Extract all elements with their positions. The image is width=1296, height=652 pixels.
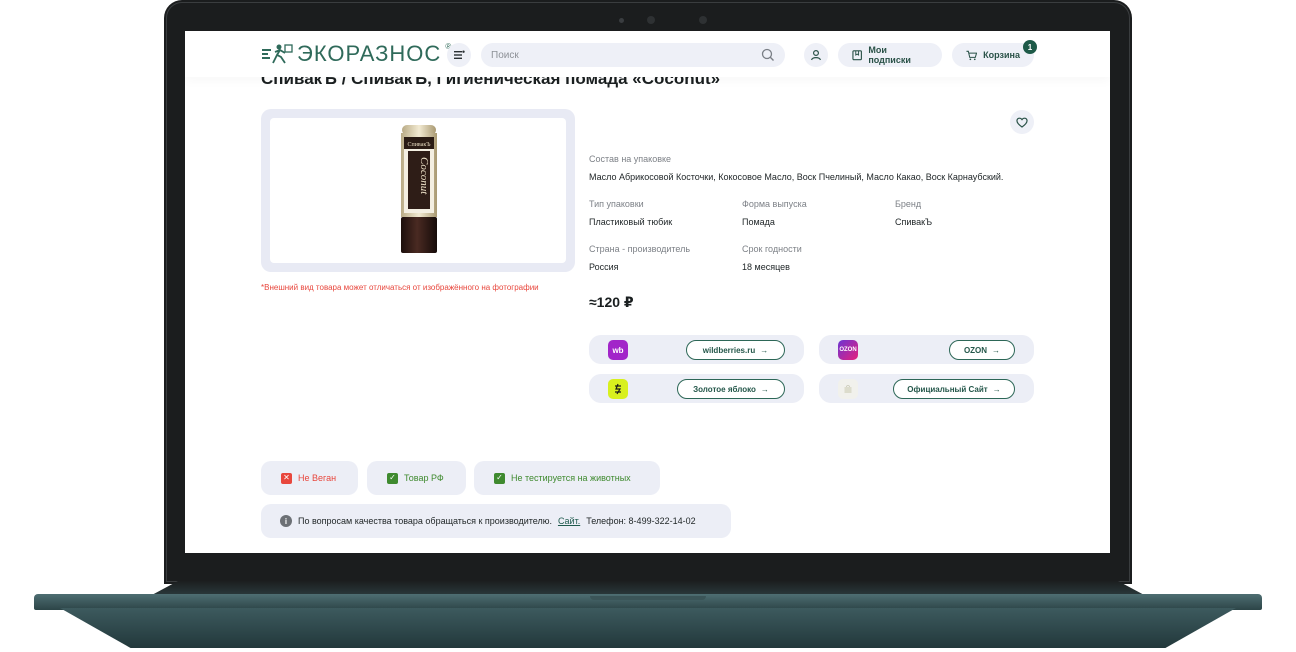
site-header: ЭКОРАЗНОС ® Поиск Мои подписки Корзина 1 — [185, 31, 1110, 77]
lipstick-image-icon: СпивакЪ Coconut — [401, 125, 437, 253]
filter-menu-button[interactable] — [447, 43, 471, 67]
subscriptions-icon — [852, 50, 862, 61]
package-type-label: Тип упаковки — [589, 199, 644, 209]
product-price: ≈120 ₽ — [589, 294, 634, 310]
tag-not-vegan: ✕ Не Веган — [261, 461, 358, 495]
shop-card-goldapple: Золотое яблоко → — [589, 374, 804, 403]
brand-value: СпивакЪ — [895, 217, 933, 227]
goldapple-logo-icon — [608, 379, 628, 399]
cart-label: Корзина — [983, 50, 1020, 60]
subscriptions-label: Мои подписки — [868, 45, 911, 65]
lipstick-brand-text: СпивакЪ — [408, 142, 432, 148]
shop-link-label: Золотое яблоко — [693, 384, 756, 394]
shelf-life-label: Срок годности — [742, 244, 802, 254]
country-label: Страна - производитель — [589, 244, 691, 254]
tag-cruelty-free: ✓ Не тестируется на животных — [474, 461, 660, 495]
sensor-dot — [619, 18, 624, 23]
sensor-dot — [699, 16, 707, 24]
browser-screen: ЭКОРАЗНОС ® Поиск Мои подписки Корзина 1… — [185, 31, 1110, 553]
product-image[interactable]: СпивакЪ Coconut — [270, 118, 566, 263]
profile-button[interactable] — [804, 43, 828, 67]
image-disclaimer: *Внешний вид товара может отличаться от … — [261, 283, 539, 292]
info-text: По вопросам качества товара обращаться к… — [298, 516, 552, 526]
official-site-link-button[interactable]: Официальный Сайт → — [893, 379, 1015, 399]
heart-icon — [1016, 117, 1028, 128]
shopping-bag-icon — [844, 385, 852, 393]
shop-link-label: OZON — [963, 345, 988, 355]
arrow-right-icon: → — [992, 384, 1001, 394]
user-icon — [811, 49, 821, 61]
search-icon[interactable] — [760, 47, 776, 63]
tag-label: Товар РФ — [404, 473, 444, 483]
arrow-right-icon: → — [760, 345, 769, 355]
laptop-notch — [590, 596, 706, 600]
composition-label: Состав на упаковке — [589, 154, 672, 164]
check-icon: ✓ — [494, 472, 505, 484]
laptop-base-bottom — [60, 608, 1236, 648]
tag-made-in-russia: ✓ Товар РФ — [367, 461, 466, 495]
shop-card-official: Официальный Сайт → — [819, 374, 1034, 403]
brand-label: Бренд — [895, 199, 922, 209]
release-form-value: Помада — [742, 217, 775, 227]
shop-link-label: wildberries.ru — [702, 345, 756, 355]
ozon-link-button[interactable]: OZON → — [949, 340, 1015, 360]
tag-label: Не Веган — [298, 473, 337, 483]
release-form-label: Форма выпуска — [742, 199, 807, 209]
arrow-right-icon: → — [760, 384, 769, 394]
check-icon: ✓ — [387, 472, 398, 484]
package-type-value: Пластиковый тюбик — [589, 217, 673, 227]
goldapple-link-button[interactable]: Золотое яблоко → — [677, 379, 785, 399]
logo-mark-icon — [262, 44, 293, 64]
info-icon: i — [280, 515, 292, 527]
wildberries-logo-icon: wb — [608, 340, 628, 360]
cart-button[interactable]: Корзина — [952, 43, 1034, 67]
cart-count-badge: 1 — [1023, 40, 1037, 54]
product-image-card: СпивакЪ Coconut — [261, 109, 575, 272]
lipstick-label-text: Coconut — [418, 157, 430, 195]
search-input[interactable] — [481, 43, 785, 67]
manufacturer-site-link[interactable]: Сайт. — [558, 516, 580, 526]
arrow-right-icon: → — [992, 345, 1001, 355]
cart-icon — [966, 50, 978, 60]
logo-text: ЭКОРАЗНОС — [297, 41, 442, 66]
wildberries-link-button[interactable]: wildberries.ru → — [686, 340, 785, 360]
official-site-logo-icon — [838, 379, 858, 399]
shelf-life-value: 18 месяцев — [742, 262, 790, 272]
composition-value: Масло Абрикосовой Косточки, Кокосовое Ма… — [589, 172, 1004, 182]
shop-card-ozon: OZON OZON → — [819, 335, 1034, 364]
cross-icon: ✕ — [281, 472, 292, 484]
manufacturer-info: i По вопросам качества товара обращаться… — [261, 504, 731, 538]
favorite-button[interactable] — [1010, 110, 1034, 134]
shop-card-wildberries: wb wildberries.ru → — [589, 335, 804, 364]
country-value: Россия — [589, 262, 619, 272]
info-phone: Телефон: 8-499-322-14-02 — [586, 516, 696, 526]
ozon-logo-icon: OZON — [838, 340, 858, 360]
menu-lines-icon — [453, 50, 465, 59]
goldapple-mark-icon — [615, 383, 622, 395]
shop-link-label: Официальный Сайт — [907, 384, 988, 394]
tag-label: Не тестируется на животных — [511, 473, 631, 483]
site-logo[interactable]: ЭКОРАЗНОС ® — [261, 41, 451, 67]
webcam-icon — [647, 16, 655, 24]
subscriptions-button[interactable]: Мои подписки — [838, 43, 942, 67]
